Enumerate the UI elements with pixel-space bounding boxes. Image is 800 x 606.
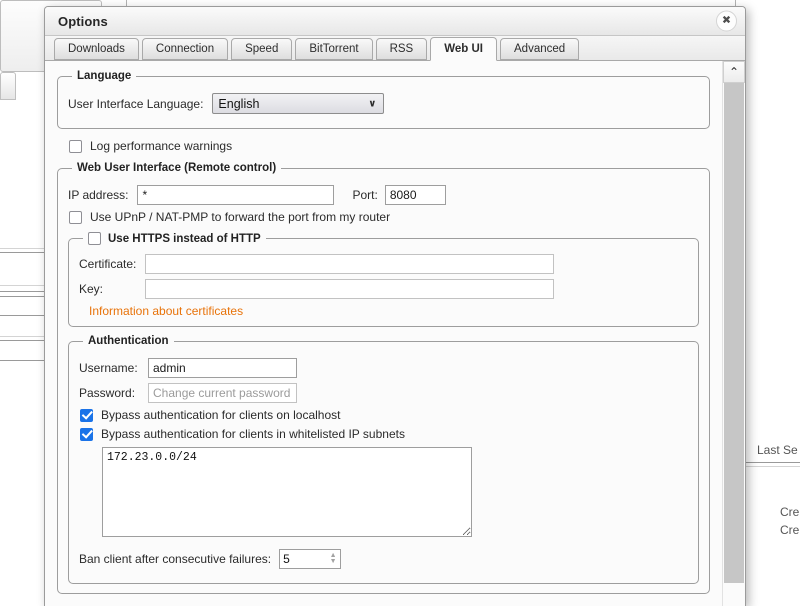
port-input[interactable] xyxy=(384,185,446,205)
upnp-checkbox[interactable] xyxy=(69,210,82,224)
bypass-localhost-checkbox[interactable] xyxy=(80,408,93,422)
close-icon[interactable]: ✖ xyxy=(716,10,737,32)
ui-language-select[interactable]: English xyxy=(212,93,385,114)
certificate-row: Certificate: xyxy=(79,254,688,274)
tab-speed[interactable]: Speed xyxy=(231,38,293,60)
ban-client-input[interactable] xyxy=(280,550,327,568)
stepper-down-icon[interactable]: ▼ xyxy=(330,558,337,565)
bg-header-rule xyxy=(740,466,800,467)
key-label: Key: xyxy=(79,282,104,296)
password-row: Password: xyxy=(79,383,688,403)
ban-client-row: Ban client after consecutive failures: ▲… xyxy=(79,549,688,569)
https-checkbox[interactable] xyxy=(88,232,101,245)
ip-address-label: IP address: xyxy=(68,188,129,202)
dialog-title: Options xyxy=(58,13,108,29)
port-label: Port: xyxy=(352,188,378,202)
tab-connection[interactable]: Connection xyxy=(141,38,229,60)
log-performance-warnings-row[interactable]: Log performance warnings xyxy=(69,139,710,153)
password-label: Password: xyxy=(79,386,136,400)
log-performance-warnings-checkbox[interactable] xyxy=(69,139,82,153)
whitelisted-subnets-textarea[interactable] xyxy=(102,447,472,537)
bg-tab-fragment xyxy=(0,72,16,100)
ui-language-label: User Interface Language: xyxy=(68,96,204,111)
https-group: Use HTTPS instead of HTTP Certificate: K… xyxy=(68,232,699,327)
upnp-label: Use UPnP / NAT-PMP to forward the port f… xyxy=(90,210,391,224)
tab-bittorrent[interactable]: BitTorrent xyxy=(295,38,373,60)
language-group-legend: Language xyxy=(77,70,132,82)
ui-language-select-wrap: English ∨ xyxy=(212,93,385,114)
dialog-body: Language User Interface Language: Englis… xyxy=(45,61,745,606)
options-dialog: Options ✖ Downloads Connection Speed Bit… xyxy=(44,6,746,606)
tab-web-ui[interactable]: Web UI xyxy=(430,37,497,61)
web-user-interface-group: Web User Interface (Remote control) IP a… xyxy=(57,162,710,594)
settings-content: Language User Interface Language: Englis… xyxy=(45,61,722,606)
bypass-subnets-row[interactable]: Bypass authentication for clients in whi… xyxy=(80,427,688,441)
bg-row-value: Cre xyxy=(780,523,800,537)
tab-bar: Downloads Connection Speed BitTorrent RS… xyxy=(45,36,745,61)
vertical-scrollbar[interactable]: ⌃ xyxy=(722,61,745,606)
log-performance-warnings-label: Log performance warnings xyxy=(90,139,233,153)
scrollbar-track[interactable] xyxy=(723,83,745,606)
bg-row-value: Cre xyxy=(780,505,800,519)
key-row: Key: xyxy=(79,279,688,299)
ban-client-stepper[interactable]: ▲ ▼ xyxy=(279,549,342,569)
scrollbar-thumb[interactable] xyxy=(724,83,744,583)
password-input[interactable] xyxy=(148,383,297,403)
bypass-subnets-checkbox[interactable] xyxy=(80,427,93,441)
bypass-localhost-label: Bypass authentication for clients on loc… xyxy=(101,408,341,422)
upnp-row[interactable]: Use UPnP / NAT-PMP to forward the port f… xyxy=(69,210,699,224)
stepper-arrows[interactable]: ▲ ▼ xyxy=(326,550,341,568)
tab-downloads[interactable]: Downloads xyxy=(54,38,139,60)
web-user-interface-legend: Web User Interface (Remote control) xyxy=(77,162,277,174)
ui-language-row: User Interface Language: English ∨ xyxy=(68,93,699,114)
bg-header-rule xyxy=(740,462,800,463)
authentication-group: Authentication Username: Password: Bypas… xyxy=(68,335,699,584)
language-group: Language User Interface Language: Englis… xyxy=(57,70,710,129)
key-input[interactable] xyxy=(145,279,554,299)
ip-port-row: IP address: Port: xyxy=(68,185,699,205)
scroll-up-icon[interactable]: ⌃ xyxy=(723,61,745,83)
https-group-legend: Use HTTPS instead of HTTP xyxy=(83,232,266,245)
subnets-textarea-row xyxy=(102,447,688,540)
username-row: Username: xyxy=(79,358,688,378)
bg-column-header: Last Se xyxy=(757,443,798,457)
certificate-label: Certificate: xyxy=(79,257,137,271)
certificates-info-link[interactable]: Information about certificates xyxy=(89,304,243,318)
username-label: Username: xyxy=(79,361,138,375)
ban-client-label: Ban client after consecutive failures: xyxy=(79,552,272,566)
bypass-subnets-label: Bypass authentication for clients in whi… xyxy=(101,427,405,441)
ip-address-input[interactable] xyxy=(137,185,335,205)
authentication-legend: Authentication xyxy=(88,335,169,347)
https-legend-label: Use HTTPS instead of HTTP xyxy=(108,232,261,245)
bypass-localhost-row[interactable]: Bypass authentication for clients on loc… xyxy=(80,408,688,422)
tab-advanced[interactable]: Advanced xyxy=(500,38,580,60)
certificate-input[interactable] xyxy=(145,254,554,274)
dialog-titlebar: Options ✖ xyxy=(45,7,745,36)
tab-rss[interactable]: RSS xyxy=(375,38,428,60)
username-input[interactable] xyxy=(148,358,297,378)
certificates-info-row: Information about certificates xyxy=(89,304,688,318)
